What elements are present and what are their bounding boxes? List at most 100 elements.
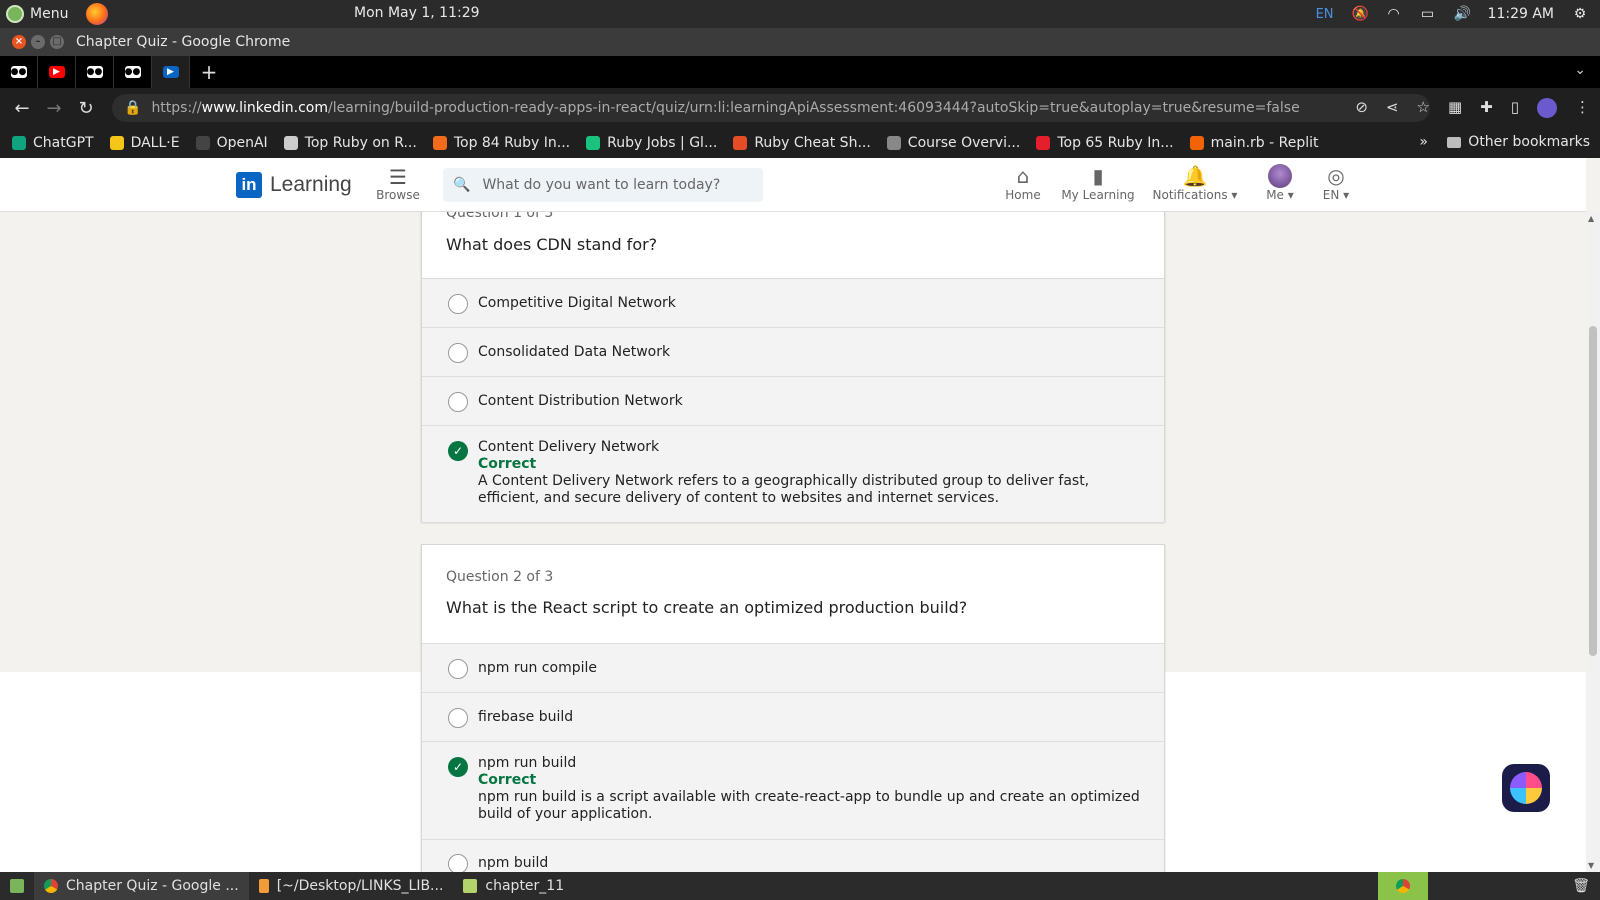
chat-assistant-button[interactable] xyxy=(1502,764,1550,812)
forward-button[interactable]: → xyxy=(38,98,70,119)
new-tab-button[interactable]: + xyxy=(190,60,228,84)
nav-language[interactable]: ◎ EN ▾ xyxy=(1316,164,1356,202)
share-icon[interactable]: ⋖ xyxy=(1386,98,1399,118)
answer-option-selected[interactable]: ✓ npm run build Correct npm run build is… xyxy=(422,741,1164,839)
logo-text: Learning xyxy=(270,173,352,196)
power-settings-icon[interactable]: ⚙ xyxy=(1572,7,1588,21)
nav-home[interactable]: ⌂ Home xyxy=(1003,164,1043,202)
bookmark-label: ChatGPT xyxy=(33,135,94,151)
url-host: www.linkedin.com xyxy=(201,100,329,116)
wifi-icon[interactable]: ◠ xyxy=(1386,7,1402,21)
linkedin-learning-header: in Learning ☰ Browse 🔍 What do you want … xyxy=(0,158,1586,212)
nav-me[interactable]: Me ▾ xyxy=(1258,164,1302,202)
bell-icon: 🔔 xyxy=(1182,164,1208,188)
answer-option[interactable]: firebase build xyxy=(422,692,1164,741)
answer-option[interactable]: Competitive Digital Network xyxy=(422,278,1164,327)
extensions-puzzle-icon[interactable]: ✚ xyxy=(1480,98,1493,118)
radio-button[interactable] xyxy=(448,659,468,679)
radio-button[interactable] xyxy=(448,343,468,363)
assistant-logo-icon xyxy=(1510,772,1542,804)
lock-icon[interactable]: 🔒 xyxy=(124,100,141,116)
answer-option[interactable]: npm build xyxy=(422,839,1164,872)
volume-icon[interactable]: 🔊 xyxy=(1454,7,1471,21)
tray-clock[interactable]: 11:29 AM xyxy=(1488,6,1554,22)
sublime-text-icon xyxy=(258,879,269,893)
os-menu-label: Menu xyxy=(30,6,69,22)
bookmark-item[interactable]: OpenAI xyxy=(195,135,268,151)
qr-extension-icon[interactable]: ▦ xyxy=(1448,98,1462,118)
chrome-menu-icon[interactable]: ⋮ xyxy=(1575,98,1590,118)
bookmark-favicon-icon xyxy=(586,136,601,150)
firefox-launcher-icon[interactable] xyxy=(86,3,108,25)
answer-explanation: A Content Delivery Network refers to a g… xyxy=(478,473,1090,506)
bookmark-item[interactable]: Top 65 Ruby In... xyxy=(1036,135,1174,151)
browse-button[interactable]: ☰ Browse xyxy=(376,166,420,202)
answer-option-selected[interactable]: ✓ Content Delivery Network Correct A Con… xyxy=(422,425,1164,522)
back-button[interactable]: ← xyxy=(6,98,38,119)
tab-youtube[interactable]: ▶ xyxy=(38,56,76,88)
os-top-bar: Menu Mon May 1, 11:29 EN 🔕 ◠ ▭ 🔊 11:29 A… xyxy=(0,0,1600,28)
search-input[interactable]: 🔍 What do you want to learn today? xyxy=(443,168,763,202)
tab-search-icon[interactable]: ⌄ xyxy=(1574,62,1586,78)
os-menu-button[interactable]: Menu xyxy=(0,5,80,23)
nav-notifications[interactable]: 🔔 Notifications ▾ xyxy=(1150,164,1240,202)
answer-option[interactable]: Content Distribution Network xyxy=(422,376,1164,425)
radio-button[interactable] xyxy=(448,294,468,314)
desktop-icon xyxy=(10,879,24,893)
bookmark-item[interactable]: Ruby Cheat Sh... xyxy=(733,135,871,151)
trash-button[interactable]: 🗑 xyxy=(1562,872,1600,900)
bookmark-star-icon[interactable]: ☆ xyxy=(1417,98,1430,118)
tab-medium-3[interactable]: ●● xyxy=(114,56,152,88)
chrome-profile-avatar[interactable] xyxy=(1537,98,1557,118)
bookmark-item[interactable]: Course Overvi... xyxy=(886,135,1020,151)
bookmark-item[interactable]: Top 84 Ruby In... xyxy=(432,135,570,151)
taskbar-item-chrome[interactable]: Chapter Quiz - Google ... xyxy=(34,872,249,900)
scroll-thumb[interactable] xyxy=(1589,326,1597,656)
option-label: Content Distribution Network xyxy=(478,393,683,409)
bookmark-favicon-icon xyxy=(733,136,748,150)
bookmark-item[interactable]: ChatGPT xyxy=(12,135,94,151)
taskbar-item-label: [~/Desktop/LINKS_LIB... xyxy=(276,878,444,894)
scroll-up-arrow-icon[interactable]: ▲ xyxy=(1588,214,1594,223)
bookmark-item[interactable]: main.rb - Replit xyxy=(1189,135,1319,151)
globe-icon: ◎ xyxy=(1327,164,1345,188)
bookmark-item[interactable]: Top Ruby on R... xyxy=(283,135,417,151)
side-panel-icon[interactable]: ▯ xyxy=(1511,98,1519,118)
radio-button[interactable] xyxy=(448,392,468,412)
window-maximize-button[interactable]: □ xyxy=(50,35,64,49)
os-clock[interactable]: Mon May 1, 11:29 xyxy=(354,5,480,21)
url-field[interactable]: 🔒 https://www.linkedin.com/learning/buil… xyxy=(112,94,1430,122)
tracking-blocked-icon[interactable]: ⊘ xyxy=(1355,98,1368,118)
keyboard-layout-indicator[interactable]: EN xyxy=(1316,7,1334,22)
window-minimize-button[interactable]: – xyxy=(31,35,45,49)
battery-icon[interactable]: ▭ xyxy=(1420,7,1436,21)
bookmark-item[interactable]: Ruby Jobs | Gl... xyxy=(586,135,717,151)
bookmark-favicon-icon xyxy=(195,136,210,150)
question-text: What does CDN stand for? xyxy=(446,235,658,254)
scroll-down-arrow-icon[interactable]: ▼ xyxy=(1588,861,1594,870)
answer-option[interactable]: Consolidated Data Network xyxy=(422,327,1164,376)
taskbar-item-sublime[interactable]: [~/Desktop/LINKS_LIB... xyxy=(249,872,454,900)
answer-option[interactable]: npm run compile xyxy=(422,643,1164,692)
window-close-button[interactable]: × xyxy=(12,35,26,49)
radio-button[interactable] xyxy=(448,854,468,872)
tab-linkedin-learning[interactable]: ▶ xyxy=(152,56,190,88)
radio-button[interactable] xyxy=(448,708,468,728)
taskbar-item-files[interactable]: chapter_11 xyxy=(453,872,574,900)
answer-explanation: npm run build is a script available with… xyxy=(478,789,1140,822)
window-titlebar: × – □ Chapter Quiz - Google Chrome xyxy=(0,28,1600,56)
linkedin-learning-logo[interactable]: in Learning xyxy=(236,172,352,198)
other-bookmarks-folder[interactable]: Other bookmarks xyxy=(1447,134,1590,150)
tab-medium-2[interactable]: ●● xyxy=(76,56,114,88)
notifications-muted-icon[interactable]: 🔕 xyxy=(1352,7,1369,21)
reload-button[interactable]: ↻ xyxy=(70,98,102,119)
tab-medium-1[interactable]: ●● xyxy=(0,56,38,88)
taskbar-chrome-tray[interactable] xyxy=(1378,872,1428,900)
url-path: /learning/build-production-ready-apps-in… xyxy=(328,100,1300,116)
bookmarks-overflow-button[interactable]: » xyxy=(1419,134,1428,150)
show-desktop-button[interactable] xyxy=(0,872,34,900)
bookmark-item[interactable]: DALL·E xyxy=(109,135,180,151)
page-scrollbar[interactable]: ▲ ▼ xyxy=(1586,212,1600,872)
nav-my-learning[interactable]: ▮ My Learning xyxy=(1060,164,1136,202)
linkedin-learning-icon: ▶ xyxy=(162,66,179,78)
